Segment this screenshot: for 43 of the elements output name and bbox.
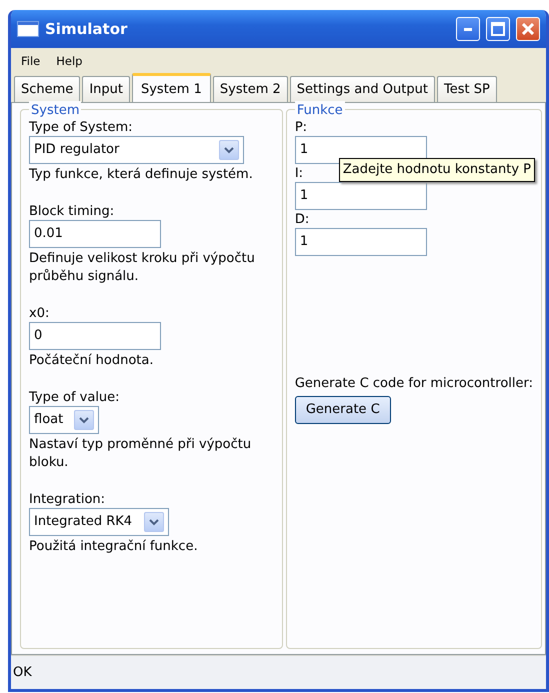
maximize-button[interactable] xyxy=(486,17,510,41)
input-field[interactable]: 0 xyxy=(29,322,161,350)
field-description: Nastaví typ proměnné při výpočtu bloku. xyxy=(29,436,252,472)
input-field[interactable]: 1 xyxy=(294,228,427,256)
field-label: Type of value: xyxy=(29,390,120,406)
tooltip: Zadejte hodnotu konstanty P xyxy=(338,158,536,182)
dropdown[interactable]: float xyxy=(29,406,99,434)
close-button[interactable] xyxy=(516,17,540,41)
menu-item[interactable]: Help xyxy=(50,52,88,70)
field-label: x0: xyxy=(29,306,50,322)
field-description: Použitá integrační funkce. xyxy=(29,538,199,556)
field-label: Generate C code for microcontroller: xyxy=(294,376,533,392)
window-title: Simulator xyxy=(45,18,128,40)
caret-icon xyxy=(219,140,239,160)
status-bar: OK xyxy=(11,655,546,689)
close-icon xyxy=(522,23,534,35)
tab[interactable]: Test SP xyxy=(436,76,497,102)
field-description: Typ funkce, která definuje systém. xyxy=(29,166,254,184)
caret-icon xyxy=(144,512,164,532)
minimize-button[interactable] xyxy=(456,17,480,41)
tab[interactable]: Settings and Output xyxy=(290,76,435,102)
menu-item[interactable]: File xyxy=(15,52,46,70)
field-label: P: xyxy=(294,120,308,136)
tab[interactable]: System 1 xyxy=(132,72,211,103)
field-label: I: xyxy=(294,166,304,182)
caret-icon xyxy=(74,410,94,430)
dropdown[interactable]: PID regulator xyxy=(29,136,244,164)
generate-button[interactable]: Generate C xyxy=(294,396,391,424)
field-label: D: xyxy=(294,212,310,228)
field-label: Block timing: xyxy=(29,204,114,220)
maximize-icon xyxy=(491,22,505,36)
field-description: Definuje velikost kroku při výpočtu průběhu signálu. xyxy=(29,250,256,286)
tab[interactable]: System 2 xyxy=(212,76,288,102)
minimize-icon xyxy=(464,28,472,30)
tab[interactable]: Scheme xyxy=(14,76,80,102)
window-icon xyxy=(17,21,39,37)
input-field[interactable]: 0.01 xyxy=(29,220,161,248)
field-label: Type of System: xyxy=(29,120,133,136)
field-label: Integration: xyxy=(29,492,106,508)
input-field[interactable]: 1 xyxy=(294,182,427,210)
dropdown[interactable]: Integrated RK4 xyxy=(29,508,169,536)
tab[interactable]: Input xyxy=(82,76,130,102)
field-description: Počáteční hodnota. xyxy=(29,352,155,370)
